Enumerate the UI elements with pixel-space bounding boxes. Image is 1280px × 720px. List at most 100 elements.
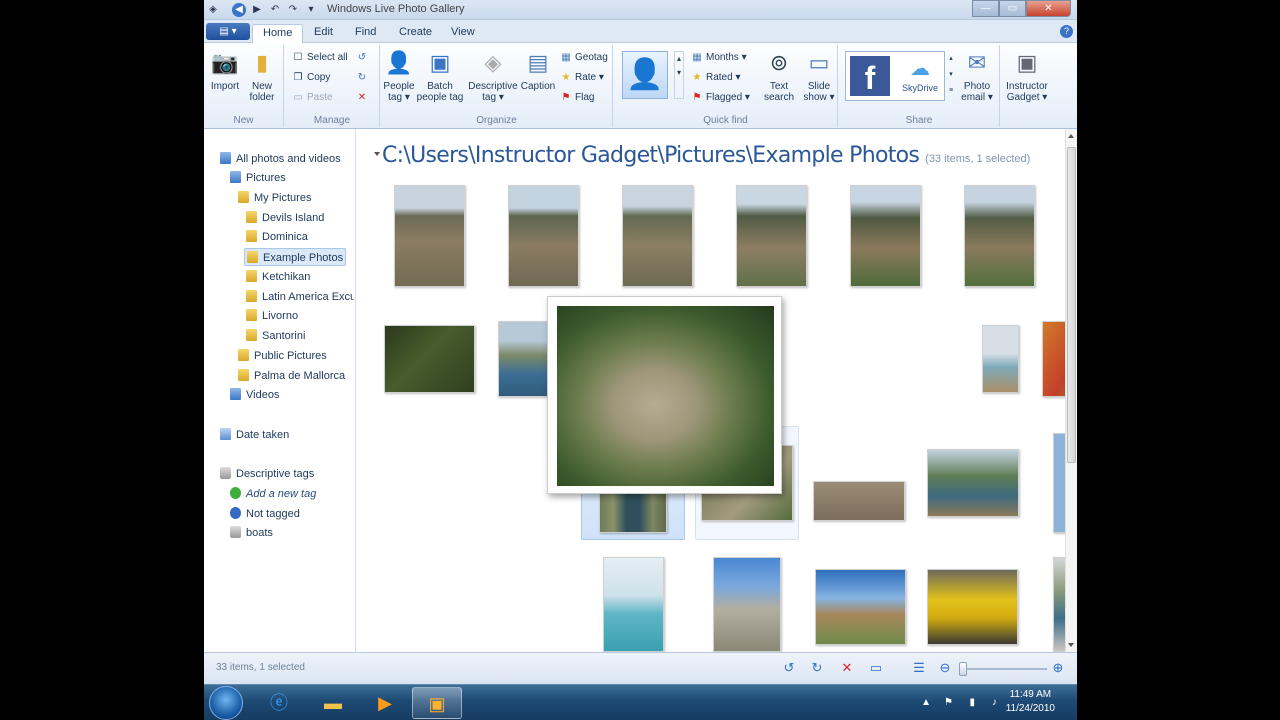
select-all-button[interactable]: ☐ Select all xyxy=(291,49,348,67)
nav-palma[interactable]: Palma de Mallorca xyxy=(238,367,345,385)
nav-add-new-tag[interactable]: Add a new tag xyxy=(230,485,316,503)
media-player-icon[interactable]: ▶ xyxy=(360,687,410,719)
delete-icon[interactable]: ✕ xyxy=(838,659,856,677)
system-clock[interactable]: 11:49 AM 11/24/2010 xyxy=(1006,688,1055,716)
photo-thumbnail[interactable] xyxy=(736,185,807,287)
zoom-slider[interactable] xyxy=(959,662,1047,676)
photo-thumbnail[interactable] xyxy=(498,321,548,397)
rate-button[interactable]: ★ Rate ▾ xyxy=(559,69,604,87)
photo-thumbnail[interactable] xyxy=(713,557,781,652)
photo-thumbnail[interactable] xyxy=(964,185,1035,287)
tab-find[interactable]: Find xyxy=(345,24,386,43)
tab-edit[interactable]: Edit xyxy=(304,24,343,43)
paste-button[interactable]: ▭ Paste xyxy=(291,89,332,107)
collapse-arrow-icon[interactable] xyxy=(374,152,380,156)
flagged-button[interactable]: ⚑ Flagged ▾ xyxy=(690,89,750,107)
photo-gallery-taskbar-icon[interactable]: ▣ xyxy=(412,687,462,719)
tab-home[interactable]: Home xyxy=(252,24,304,43)
start-button[interactable] xyxy=(209,686,243,720)
nav-all-photos[interactable]: All photos and videos xyxy=(220,150,341,168)
action-center-icon[interactable]: ⚑ xyxy=(944,697,953,708)
zoom-in-icon[interactable]: ⊕ xyxy=(1049,659,1067,677)
sidebar-item-livorno[interactable]: Livorno xyxy=(246,307,298,325)
internet-explorer-icon[interactable]: ⓔ xyxy=(254,687,304,719)
photo-thumbnail[interactable] xyxy=(603,557,664,652)
nav-my-pictures[interactable]: My Pictures xyxy=(238,189,311,207)
details-view-icon[interactable]: ☰ xyxy=(910,659,928,677)
import-button[interactable]: 📷 Import xyxy=(208,48,242,92)
tray-expand-icon[interactable]: ▲ xyxy=(921,697,931,708)
tab-create[interactable]: Create xyxy=(389,24,442,43)
people-filter-tile[interactable]: 👤 xyxy=(622,51,668,99)
rotate-left-icon[interactable]: ↺ xyxy=(780,659,798,677)
title-bar[interactable]: ◈ ◀ ▶ ↶ ↷ ▾ Windows Live Photo Gallery —… xyxy=(204,0,1077,20)
minimize-button[interactable]: — xyxy=(972,0,999,17)
skydrive-button[interactable]: ☁ SkyDrive xyxy=(898,56,942,98)
app-icon[interactable]: ◈ xyxy=(206,3,220,17)
zoom-out-icon[interactable]: ⊖ xyxy=(936,659,954,677)
help-icon[interactable]: ? xyxy=(1060,25,1073,38)
maximize-button[interactable]: ▭ xyxy=(999,0,1026,17)
vertical-scrollbar[interactable] xyxy=(1065,129,1077,652)
nav-date-taken[interactable]: Date taken xyxy=(220,426,289,444)
geotag-button[interactable]: ▦ Geotag xyxy=(559,49,608,67)
people-tag-button[interactable]: 👤 People tag ▾ xyxy=(381,48,417,103)
close-button[interactable]: ✕ xyxy=(1026,0,1071,17)
rotate-right-icon[interactable]: ↻ xyxy=(808,659,826,677)
batch-people-tag-button[interactable]: ▣ Batch people tag xyxy=(415,48,465,103)
slideshow-icon[interactable]: ▭ xyxy=(867,659,885,677)
photo-thumbnail[interactable] xyxy=(927,569,1018,645)
photo-thumbnail[interactable] xyxy=(813,481,905,521)
people-gallery-scroll[interactable]: ▴ ▾ xyxy=(674,51,684,99)
sidebar-item-santorini[interactable]: Santorini xyxy=(246,327,305,345)
sidebar-item-latin-america[interactable]: Latin America Excur xyxy=(246,288,354,306)
sidebar-item-ketchikan[interactable]: Ketchikan xyxy=(246,268,310,286)
rotate-left-button[interactable]: ↺ xyxy=(355,49,371,67)
forward-icon[interactable]: ▶ xyxy=(250,3,264,17)
photo-thumbnail[interactable] xyxy=(850,185,921,287)
nav-descriptive-tags[interactable]: Descriptive tags xyxy=(220,465,314,483)
sidebar-item-dominica[interactable]: Dominica xyxy=(246,228,308,246)
months-button[interactable]: ▦ Months ▾ xyxy=(690,49,746,67)
network-icon[interactable]: ▮ xyxy=(969,697,975,708)
volume-icon[interactable]: ♪ xyxy=(992,697,997,708)
scrollbar-thumb[interactable] xyxy=(1067,147,1076,463)
redo-icon[interactable]: ↷ xyxy=(286,3,300,17)
photo-thumbnail[interactable] xyxy=(815,569,906,645)
nav-tag-boats[interactable]: boats xyxy=(230,524,273,542)
instructor-gadget-button[interactable]: ▣ Instructor Gadget ▾ xyxy=(1002,48,1052,103)
copy-button[interactable]: ❐ Copy xyxy=(291,69,331,87)
sidebar-item-example-photos[interactable]: Example Photos xyxy=(244,248,347,266)
photo-thumbnail[interactable] xyxy=(1042,321,1067,397)
photo-thumbnail[interactable] xyxy=(622,185,693,287)
flag-button[interactable]: ⚑ Flag xyxy=(559,89,595,107)
new-folder-button[interactable]: ▮ New folder xyxy=(244,48,280,103)
photo-thumbnail[interactable] xyxy=(508,185,579,287)
scroll-up-arrow-icon[interactable] xyxy=(1068,134,1074,138)
descriptive-tag-button[interactable]: ◈ Descriptive tag ▾ xyxy=(467,48,519,103)
text-search-button[interactable]: ⊚ Text search xyxy=(760,48,798,103)
photo-thumbnail[interactable] xyxy=(927,449,1019,517)
nav-videos[interactable]: Videos xyxy=(230,386,279,404)
photo-email-button[interactable]: ✉ Photo email ▾ xyxy=(957,48,997,103)
sidebar-item-devils-island[interactable]: Devils Island xyxy=(246,209,324,227)
rated-button[interactable]: ★ Rated ▾ xyxy=(690,69,741,87)
slide-show-button[interactable]: ▭ Slide show ▾ xyxy=(802,48,836,103)
quick-access-dropdown-icon[interactable]: ▾ xyxy=(304,3,318,17)
photo-thumbnail[interactable] xyxy=(384,325,475,393)
nav-not-tagged[interactable]: Not tagged xyxy=(230,505,300,523)
zoom-slider-thumb[interactable] xyxy=(959,662,967,676)
nav-public-pictures[interactable]: Public Pictures xyxy=(238,347,327,365)
nav-pictures[interactable]: Pictures xyxy=(230,169,286,187)
caption-button[interactable]: ▤ Caption xyxy=(519,48,557,92)
scroll-down-arrow-icon[interactable] xyxy=(1068,643,1074,647)
share-gallery-scroll[interactable]: ▴ ▾ ≡ xyxy=(947,51,955,101)
back-icon[interactable]: ◀ xyxy=(232,3,246,17)
rotate-right-button[interactable]: ↻ xyxy=(355,69,371,87)
photo-thumbnail[interactable] xyxy=(394,185,465,287)
facebook-button[interactable]: f xyxy=(850,56,890,96)
tab-view[interactable]: View xyxy=(441,24,485,43)
file-explorer-icon[interactable]: ▬ xyxy=(308,687,358,719)
delete-button[interactable]: ✕ xyxy=(355,89,371,107)
photo-thumbnail[interactable] xyxy=(982,325,1019,393)
